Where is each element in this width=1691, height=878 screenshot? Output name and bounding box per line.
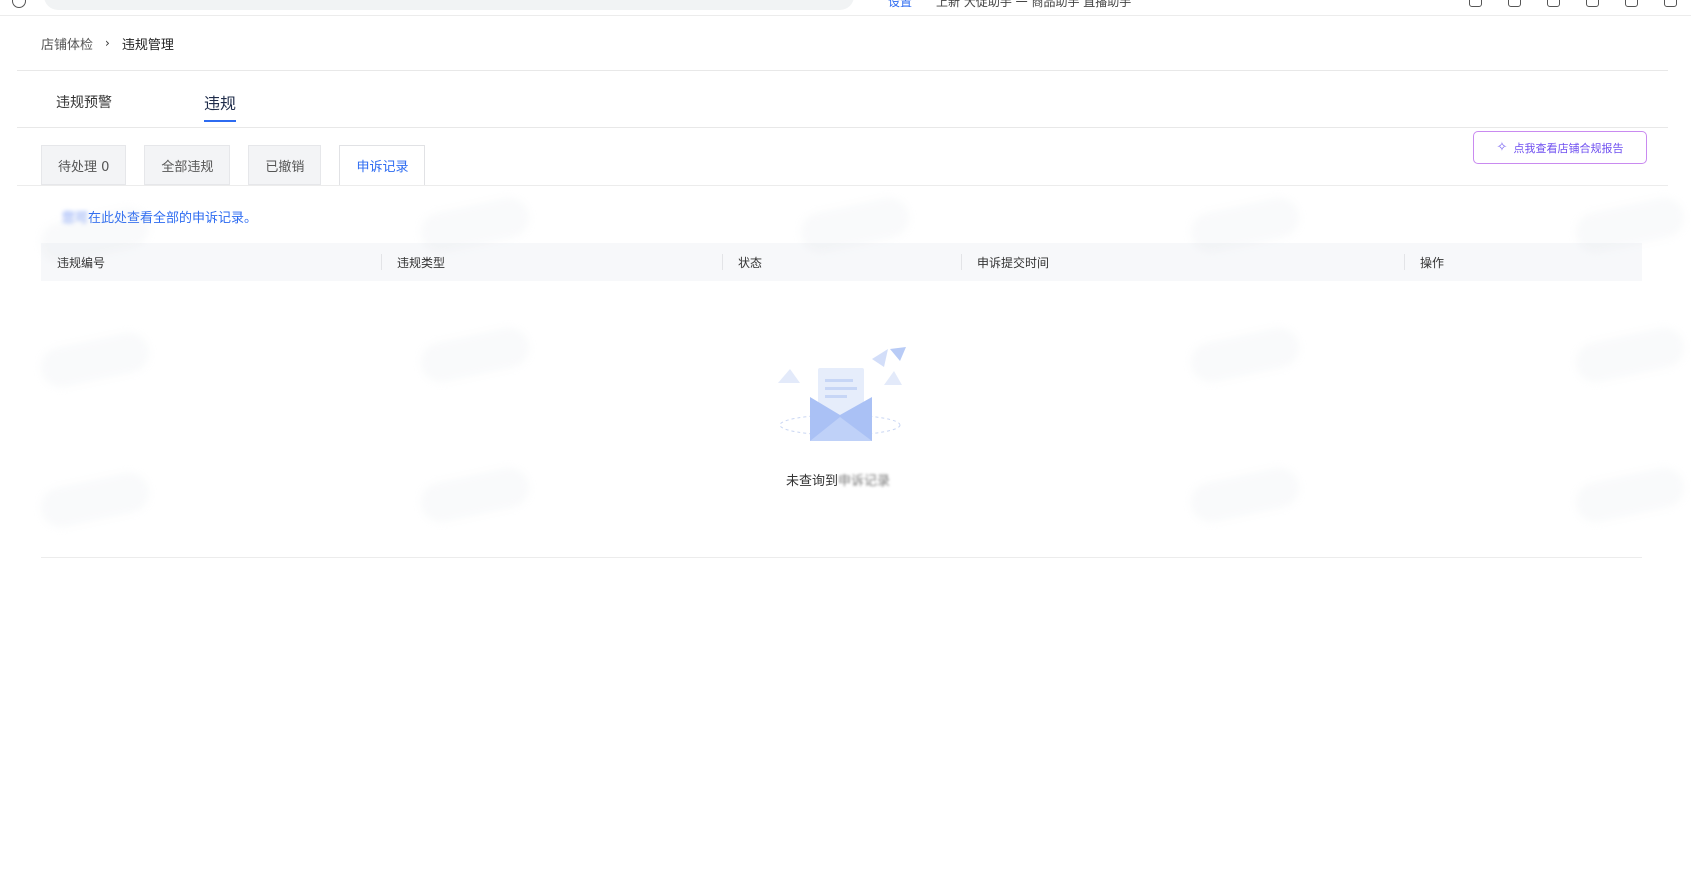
breadcrumb-parent[interactable]: 店铺体检 — [41, 34, 93, 53]
empty-state-text: 未查询到申诉记录 — [786, 470, 890, 489]
tab-violation[interactable]: 违规 — [204, 90, 237, 124]
compliance-report-button[interactable]: ✧ 点我查看店铺合规报告 — [1473, 131, 1647, 164]
address-bar[interactable] — [44, 0, 854, 10]
subtab-appeal-records[interactable]: 申诉记录 — [339, 145, 426, 186]
browser-action-icons — [1469, 0, 1677, 7]
empty-text-faded: 申诉记录 — [838, 474, 891, 489]
watermark — [1187, 464, 1303, 526]
table-header: 违规编号 违规类型 状态 申诉提交时间 操作 — [41, 243, 1642, 281]
history-icon[interactable] — [1469, 0, 1482, 7]
subtab-revoked[interactable]: 已撤销 — [248, 145, 322, 185]
column-header-status: 状态 — [722, 243, 961, 281]
divider — [17, 127, 1668, 128]
chevron-right-icon: › — [105, 36, 110, 50]
watermark — [1187, 324, 1303, 386]
extension-icon[interactable] — [1586, 0, 1599, 7]
watermark — [1572, 464, 1688, 526]
subtab-pending[interactable]: 待处理 0 — [41, 145, 127, 185]
toolbar-text[interactable]: 上新 大促助手 一 商品助手 直播助手 — [936, 0, 1131, 10]
toolbar-link[interactable]: 设置 — [888, 0, 912, 9]
divider — [41, 557, 1642, 558]
sub-tabs: 待处理 0 全部违规 已撤销 申诉记录 — [41, 145, 426, 186]
subtab-all-violations[interactable]: 全部违规 — [144, 145, 231, 185]
tab-violation-warning[interactable]: 违规预警 — [56, 92, 204, 126]
chat-icon[interactable] — [1664, 0, 1677, 7]
notice-prefix: 您可 — [62, 211, 89, 226]
column-header-submit-time: 申诉提交时间 — [961, 243, 1404, 281]
favorite-icon[interactable] — [1547, 0, 1560, 7]
breadcrumb: 店铺体检 › 违规管理 — [41, 33, 174, 53]
watermark — [37, 469, 153, 531]
main-tabs: 违规预警 违规 — [56, 90, 237, 126]
info-icon[interactable] — [12, 0, 26, 8]
appeal-notice: 您可在此处查看全部的申诉记录。 — [62, 207, 257, 226]
download-icon[interactable] — [1508, 0, 1521, 7]
compliance-report-label: 点我查看店铺合规报告 — [1513, 141, 1624, 155]
account-icon[interactable] — [1625, 0, 1638, 7]
watermark — [37, 329, 153, 391]
watermark — [417, 324, 533, 386]
breadcrumb-current: 违规管理 — [121, 37, 174, 53]
watermark — [1572, 324, 1688, 386]
notice-text: 在此处查看全部的申诉记录。 — [88, 211, 258, 226]
sparkle-icon: ✧ — [1496, 140, 1508, 155]
empty-text-main: 未查询到 — [786, 474, 839, 489]
divider — [17, 70, 1668, 71]
browser-toolbar: 设置 上新 大促助手 一 商品助手 直播助手 — [0, 0, 1691, 16]
column-header-violation-id: 违规编号 — [57, 255, 106, 270]
divider — [17, 185, 1668, 186]
column-header-violation-type: 违规类型 — [381, 243, 722, 281]
column-header-actions: 操作 — [1404, 243, 1642, 281]
watermark — [417, 464, 533, 526]
